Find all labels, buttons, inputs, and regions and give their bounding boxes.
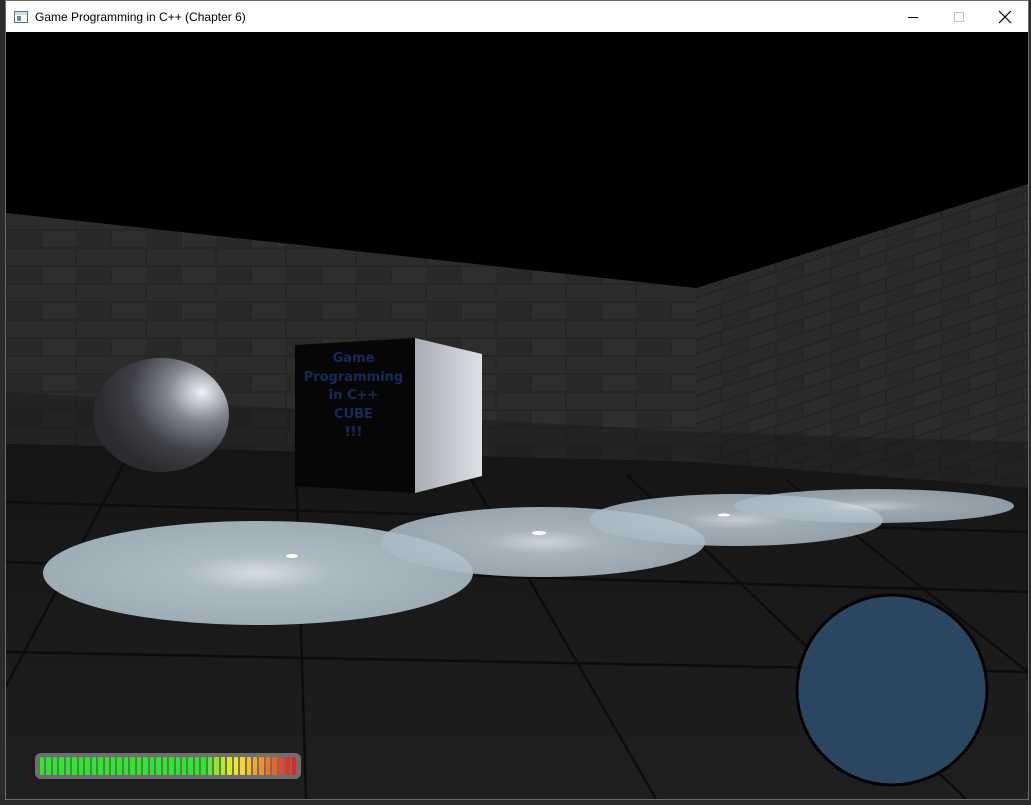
health-segment [46, 757, 51, 775]
radar [795, 593, 989, 787]
health-segment [40, 757, 45, 775]
app-window-icon [14, 10, 28, 23]
health-segment [175, 757, 180, 775]
health-segment [259, 757, 264, 775]
health-segment [143, 757, 148, 775]
health-segment [59, 757, 64, 775]
health-segment [156, 757, 161, 775]
health-segment [246, 757, 251, 775]
game-viewport[interactable]: Game Programming in C++ CUBE !!! [6, 32, 1028, 799]
health-segment [149, 757, 155, 775]
cube-label-line-1: Game [332, 351, 375, 366]
health-segment [278, 757, 284, 775]
health-segment [194, 757, 200, 775]
health-segment [104, 757, 109, 775]
title-bar[interactable]: Game Programming in C++ (Chapter 6) [6, 1, 1028, 32]
health-segment [214, 757, 219, 775]
health-segment [117, 757, 122, 775]
health-segment [233, 757, 239, 775]
cube-label-line-2: Programming [303, 369, 404, 385]
health-segment [78, 757, 84, 775]
health-segment [188, 757, 193, 775]
health-segment [227, 757, 232, 775]
maximize-icon [954, 11, 964, 22]
health-segment [123, 757, 129, 775]
health-segment [201, 757, 206, 775]
health-segment [91, 757, 97, 775]
health-segment [220, 757, 226, 775]
health-segment [52, 757, 58, 775]
maximize-button[interactable] [936, 1, 982, 32]
health-segment [136, 757, 142, 775]
cube-label-line-5: !!! [344, 425, 363, 440]
close-button[interactable] [982, 1, 1028, 32]
health-segment [240, 757, 245, 775]
health-segment [98, 757, 103, 775]
health-segment [265, 757, 271, 775]
health-segment [110, 757, 116, 775]
sphere [93, 358, 229, 472]
cube-label: Game Programming in C++ CUBE !!! [296, 350, 411, 443]
game-window: Game Programming in C++ (Chapter 6) Game… [5, 0, 1029, 800]
health-segment [252, 757, 258, 775]
health-segment [207, 757, 213, 775]
cube-label-line-3: in C++ [328, 388, 379, 403]
close-icon [998, 10, 1012, 23]
health-segment [272, 757, 277, 775]
health-segment [85, 757, 90, 775]
health-segment [285, 757, 290, 775]
health-bar [35, 753, 301, 779]
minimize-button[interactable] [890, 1, 936, 32]
cube-label-line-4: CUBE [334, 406, 373, 422]
health-segment [65, 757, 71, 775]
3d-scene [6, 32, 1028, 799]
minimize-icon [908, 16, 918, 18]
health-segment [169, 757, 174, 775]
window-title: Game Programming in C++ (Chapter 6) [35, 9, 246, 24]
health-segment [162, 757, 168, 775]
health-segment [181, 757, 187, 775]
spotlight-4 [734, 489, 1014, 523]
health-segment [130, 757, 135, 775]
health-segment [72, 757, 77, 775]
health-segment [291, 757, 297, 775]
